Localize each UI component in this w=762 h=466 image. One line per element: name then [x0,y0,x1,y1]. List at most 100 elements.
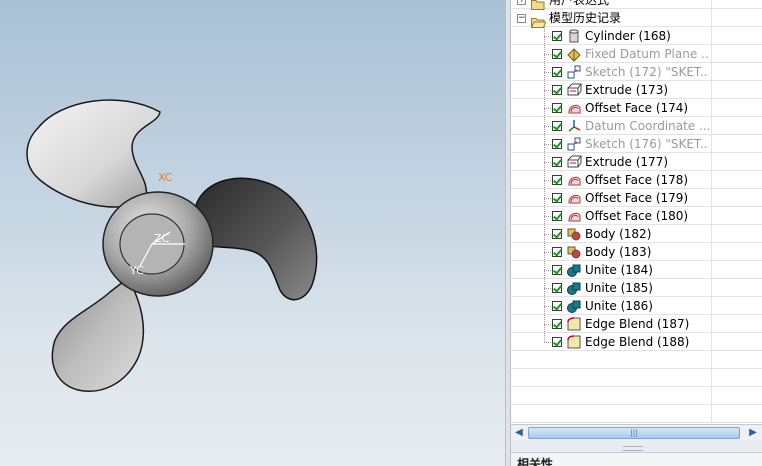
folder-closed-icon [531,0,546,10]
model-history-label[interactable]: 模型历史记录 [549,9,699,27]
feature-node[interactable]: Sketch (176) "SKET... [511,135,711,153]
visibility-checkbox[interactable] [552,337,562,347]
unite-icon [566,262,582,278]
offset-face-icon [566,208,582,224]
column-divider [711,135,712,153]
axis-zc-label: ZC [154,232,170,245]
propeller-model[interactable] [0,0,510,466]
scroll-thumb[interactable]: ||| [528,427,740,439]
column-divider [711,333,712,351]
feature-node[interactable]: Offset Face (180) [511,207,711,225]
column-divider [711,45,712,63]
blade-right [195,177,318,301]
feature-node[interactable]: Edge Blend (188) [511,333,711,351]
column-divider [711,315,712,333]
datum-csys-icon [566,118,582,134]
tree-branch-line [544,234,551,235]
tree-branch-line [544,216,551,217]
horizontal-scrollbar[interactable]: ◀ ||| ▶ [511,424,762,441]
column-divider [711,63,712,81]
folder-open-icon [530,13,547,28]
feature-label: Offset Face (180) [585,209,689,223]
column-divider [711,171,712,189]
feature-node[interactable]: Offset Face (178) [511,171,711,189]
visibility-checkbox[interactable] [552,175,562,185]
feature-node[interactable]: Fixed Datum Plane ... [511,45,711,63]
tree-branch-line [544,180,551,181]
visibility-checkbox[interactable] [552,85,562,95]
feature-node[interactable]: Unite (184) [511,261,711,279]
visibility-checkbox[interactable] [552,103,562,113]
visibility-checkbox[interactable] [552,157,562,167]
feature-node[interactable]: Offset Face (174) [511,99,711,117]
scroll-right-icon[interactable]: ▶ [747,427,759,439]
column-divider [711,99,712,117]
feature-node[interactable]: Edge Blend (187) [511,315,711,333]
unite-icon [566,298,582,314]
datum-plane-icon [566,46,582,62]
collapse-model-history-icon[interactable]: − [517,14,526,23]
visibility-checkbox[interactable] [552,247,562,257]
visibility-checkbox[interactable] [552,265,562,275]
visibility-checkbox[interactable] [552,67,562,77]
scroll-left-icon[interactable]: ◀ [513,427,525,439]
visibility-checkbox[interactable] [552,31,562,41]
visibility-checkbox[interactable] [552,193,562,203]
tree-branch-line [544,36,551,37]
column-divider [711,261,712,279]
column-divider [711,369,712,387]
feature-label: Sketch (172) "SKET... [585,65,709,79]
tree-branch-line [544,198,551,199]
feature-node[interactable]: Body (182) [511,225,711,243]
visibility-checkbox[interactable] [552,319,562,329]
column-divider [711,297,712,315]
tree-branch-line [544,162,551,163]
graphics-viewport[interactable]: XC YC ZC [0,0,510,466]
tree-row [511,405,762,423]
cylinder-icon [566,28,582,44]
part-navigator: + 用户表达式 − 模型历史记录 Cylinder (168) Fixed Datum P… [511,0,762,466]
visibility-checkbox[interactable] [552,121,562,131]
column-divider [711,9,712,27]
column-divider [711,0,712,9]
tree-branch-line [544,72,551,73]
feature-node[interactable]: Unite (185) [511,279,711,297]
tree-branch-line [544,126,551,127]
visibility-checkbox[interactable] [552,301,562,311]
feature-node[interactable]: Extrude (177) [511,153,711,171]
column-divider [711,81,712,99]
axis-yc-label: YC [130,264,144,277]
tree-branch-line [544,342,551,343]
feature-node[interactable]: Offset Face (179) [511,189,711,207]
tree-branch-line [544,270,551,271]
dependencies-section-title[interactable]: 相关性 [511,452,762,466]
column-divider [711,243,712,261]
column-divider [711,153,712,171]
feature-node[interactable]: Sketch (172) "SKET... [511,63,711,81]
tree-branch-line [544,324,551,325]
visibility-checkbox[interactable] [552,211,562,221]
extrude-icon [566,82,582,98]
user-expressions-label[interactable]: 用户表达式 [549,0,699,9]
blade-lower-left [51,276,145,392]
body-icon [566,226,582,242]
feature-node[interactable]: Unite (186) [511,297,711,315]
tree-row [511,369,762,387]
feature-label: Extrude (177) [585,155,669,169]
expand-user-expressions-icon[interactable]: + [517,0,526,5]
visibility-checkbox[interactable] [552,283,562,293]
column-divider [711,351,712,369]
feature-label: Unite (184) [585,263,653,277]
extrude-icon [566,154,582,170]
visibility-checkbox[interactable] [552,49,562,59]
feature-node[interactable]: Body (183) [511,243,711,261]
feature-tree[interactable]: + 用户表达式 − 模型历史记录 Cylinder (168) Fixed Datum P… [511,0,762,423]
edge-blend-icon [566,316,582,332]
visibility-checkbox[interactable] [552,139,562,149]
feature-label: Unite (186) [585,299,653,313]
visibility-checkbox[interactable] [552,229,562,239]
feature-node[interactable]: Extrude (173) [511,81,711,99]
offset-face-icon [566,172,582,188]
feature-node[interactable]: Cylinder (168) [511,27,711,45]
feature-node[interactable]: Datum Coordinate ... [511,117,711,135]
